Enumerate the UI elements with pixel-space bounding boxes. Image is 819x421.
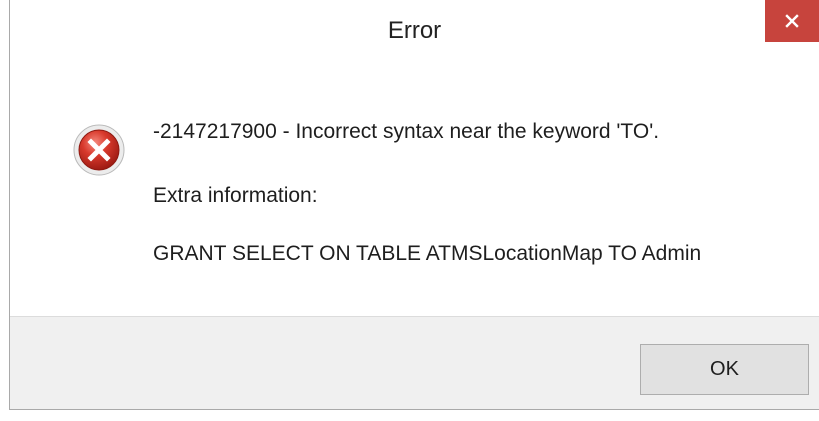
title-bar[interactable]: Error — [10, 0, 819, 70]
dialog-content: -2147217900 - Incorrect syntax near the … — [10, 70, 819, 316]
dialog-title: Error — [387, 17, 442, 44]
error-message: -2147217900 - Incorrect syntax near the … — [153, 120, 660, 143]
ok-button[interactable]: OK — [640, 344, 809, 395]
close-button[interactable] — [765, 0, 819, 42]
button-bar: OK — [10, 316, 819, 409]
extra-information-detail: GRANT SELECT ON TABLE ATMSLocationMap TO… — [153, 242, 702, 265]
error-dialog: Error -2147217900 - Incorrect syntax nea… — [9, 0, 819, 410]
error-icon — [73, 124, 125, 176]
extra-information-label: Extra information: — [153, 184, 318, 207]
close-icon — [785, 14, 799, 28]
